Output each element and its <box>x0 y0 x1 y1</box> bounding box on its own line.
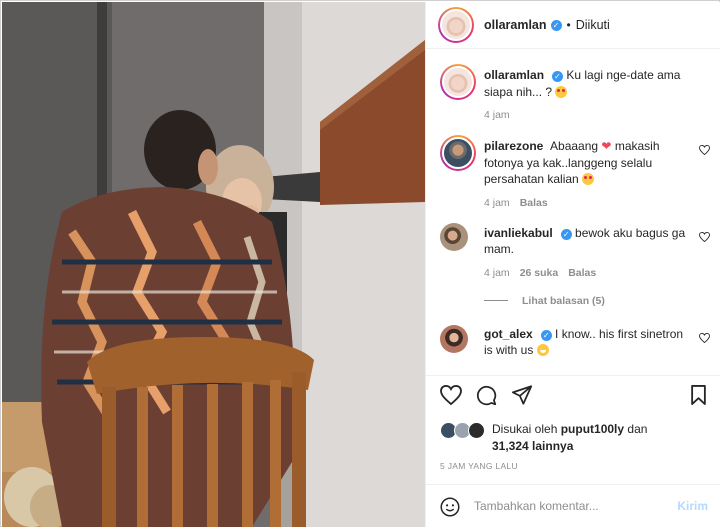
comment-input[interactable]: Tambahkan komentar... <box>474 499 599 513</box>
avatar[interactable] <box>438 7 474 43</box>
comment-item: pilarezone Abaaang ❤ makasih fotonya ya … <box>426 135 720 209</box>
verified-icon: ✓ <box>540 329 552 341</box>
add-comment-bar: Tambahkan komentar... Kirim <box>426 484 720 527</box>
verified-icon: ✓ <box>552 71 564 82</box>
separator-dot: • <box>566 18 571 32</box>
comment-username[interactable]: ivanliekabul <box>484 226 553 240</box>
comment-time: 4 jam <box>484 109 510 121</box>
action-bar <box>426 375 720 413</box>
post-timestamp[interactable]: 5 JAM YANG LALU <box>440 461 518 471</box>
caption: ollaramlan ✓ Ku lagi nge-date ama siapa n… <box>426 64 720 121</box>
verified-icon: ✓ <box>550 19 562 31</box>
post-header: ollaramlan ✓ • Diikuti <box>426 2 720 49</box>
verified-icon: ✓ <box>560 228 572 240</box>
heart-eyes-emoji-icon <box>555 85 568 98</box>
view-replies-label[interactable]: Lihat balasan (5) <box>522 295 605 307</box>
post-photo[interactable] <box>2 2 425 527</box>
likes-suffix[interactable]: lainnya <box>532 439 573 453</box>
comment-time: 4 jam <box>484 196 510 209</box>
comment-meta: 4 jam <box>484 109 694 121</box>
like-comment-heart-icon[interactable] <box>699 231 710 242</box>
avatar[interactable] <box>440 222 468 251</box>
like-comment-heart-icon[interactable] <box>699 332 710 343</box>
avatar[interactable] <box>440 135 476 171</box>
comment-item: got_alex ✓ I know.. his first sinetron is… <box>426 324 720 359</box>
likes-summary: Disukai oleh puput100ly dan 31,324 lainn… <box>440 418 710 454</box>
follow-status[interactable]: Diikuti <box>576 18 610 32</box>
post-photo-illustration <box>2 2 425 527</box>
likes-text: Disukai oleh puput100ly dan 31,324 lainn… <box>492 421 647 454</box>
share-icon[interactable] <box>512 385 533 405</box>
like-comment-heart-icon[interactable] <box>699 145 710 155</box>
comment-username[interactable]: pilarezone <box>484 139 543 153</box>
reply-button[interactable]: Balas <box>520 197 548 209</box>
bookmark-icon[interactable] <box>690 385 707 405</box>
post-side-panel: ollaramlan ✓ • Diikuti ollaramlan ✓ Ku la… <box>425 2 720 527</box>
likes-count[interactable]: 31,324 <box>492 439 529 453</box>
comment-list: ollaramlan ✓ Ku lagi nge-date ama siapa n… <box>426 50 720 375</box>
grin-emoji-icon <box>536 344 549 356</box>
author-username[interactable]: ollaramlan <box>484 18 547 32</box>
comment-body-a: Abaaang <box>550 139 599 153</box>
comment-icon[interactable] <box>476 385 497 406</box>
likes-prefix: Disukai oleh <box>492 422 558 436</box>
comment-username[interactable]: got_alex <box>484 327 533 341</box>
emoji-icon[interactable] <box>440 497 460 517</box>
avatar[interactable] <box>440 64 476 100</box>
comment-item: ivanliekabul ✓ bewok aku bagus ga mam. 4 … <box>426 222 720 279</box>
likes-and: dan <box>627 422 648 436</box>
heart-icon[interactable] <box>440 385 462 405</box>
avatar[interactable] <box>468 422 485 439</box>
comment-text: pilarezone Abaaang ❤ makasih fotonya ya … <box>484 135 694 188</box>
reply-button[interactable]: Balas <box>568 267 596 279</box>
avatar[interactable] <box>440 324 468 353</box>
red-heart-emoji-icon: ❤ <box>601 139 612 153</box>
comment-text: got_alex ✓ I know.. his first sinetron is… <box>484 325 694 359</box>
divider <box>484 300 508 301</box>
instagram-post-window: ollaramlan ✓ • Diikuti ollaramlan ✓ Ku la… <box>0 0 720 527</box>
post-comment-button[interactable]: Kirim <box>677 499 708 513</box>
comment-likes[interactable]: 26 suka <box>520 267 559 279</box>
comment-time: 4 jam <box>484 266 510 279</box>
caption-text: ollaramlan ✓ Ku lagi nge-date ama siapa n… <box>484 64 694 100</box>
caption-username[interactable]: ollaramlan <box>484 68 544 82</box>
liker-avatars <box>440 422 490 440</box>
comment-meta: 4 jam 26 suka Balas <box>484 267 694 279</box>
heart-eyes-emoji-icon <box>582 173 595 185</box>
liker-username[interactable]: puput100ly <box>561 422 624 436</box>
comment-text: ivanliekabul ✓ bewok aku bagus ga mam. <box>484 223 694 258</box>
comment-meta: 4 jam Balas <box>484 197 694 209</box>
view-replies[interactable]: Lihat balasan (5) <box>426 295 720 307</box>
